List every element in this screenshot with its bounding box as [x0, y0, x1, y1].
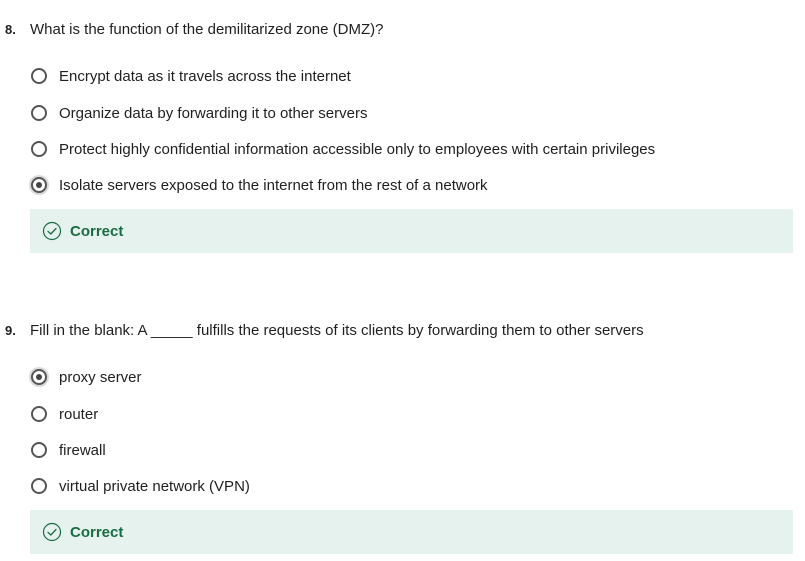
radio-wrap	[29, 404, 49, 424]
radio-wrap	[29, 367, 49, 387]
option-router[interactable]: router	[29, 402, 98, 426]
option-vpn[interactable]: virtual private network (VPN)	[29, 474, 250, 498]
option-label: router	[59, 405, 99, 423]
option-protect-confidential[interactable]: Protect highly confidential information …	[29, 137, 655, 161]
option-label: firewall	[59, 441, 106, 459]
radio-wrap	[29, 175, 49, 195]
option-encrypt-data[interactable]: Encrypt data as it travels across the in…	[29, 64, 351, 88]
feedback-text: Correct	[70, 523, 124, 541]
radio-button-icon[interactable]	[31, 478, 47, 494]
radio-button-icon[interactable]	[31, 406, 47, 422]
question-number: 8.	[5, 22, 16, 37]
option-firewall[interactable]: firewall	[29, 438, 106, 462]
feedback-banner: Correct	[30, 209, 793, 253]
question-text: What is the function of the demilitarize…	[30, 21, 384, 38]
radio-button-icon[interactable]	[31, 105, 47, 121]
radio-wrap	[29, 66, 49, 86]
option-label: proxy server	[59, 368, 142, 386]
radio-button-icon[interactable]	[31, 442, 47, 458]
option-label: Encrypt data as it travels across the in…	[59, 67, 351, 85]
option-isolate-servers[interactable]: Isolate servers exposed to the internet …	[29, 173, 488, 197]
feedback-banner: Correct	[30, 510, 793, 554]
option-label: virtual private network (VPN)	[59, 477, 250, 495]
option-label: Protect highly confidential information …	[59, 140, 656, 158]
radio-wrap	[29, 476, 49, 496]
check-circle-icon	[42, 522, 62, 542]
option-label: Isolate servers exposed to the internet …	[59, 176, 488, 194]
radio-wrap	[29, 440, 49, 460]
option-proxy-server[interactable]: proxy server	[29, 365, 142, 389]
radio-wrap	[29, 139, 49, 159]
radio-button-selected-icon[interactable]	[31, 369, 47, 385]
feedback-text: Correct	[70, 222, 124, 240]
radio-button-selected-icon[interactable]	[31, 177, 47, 193]
radio-wrap	[29, 103, 49, 123]
option-label: Organize data by forwarding it to other …	[59, 104, 368, 122]
option-organize-data[interactable]: Organize data by forwarding it to other …	[29, 101, 367, 125]
question-number: 9.	[5, 323, 16, 338]
check-circle-icon	[42, 221, 62, 241]
question-text: Fill in the blank: A _____ fulfills the …	[30, 322, 644, 339]
radio-button-icon[interactable]	[31, 141, 47, 157]
radio-button-icon[interactable]	[31, 68, 47, 84]
